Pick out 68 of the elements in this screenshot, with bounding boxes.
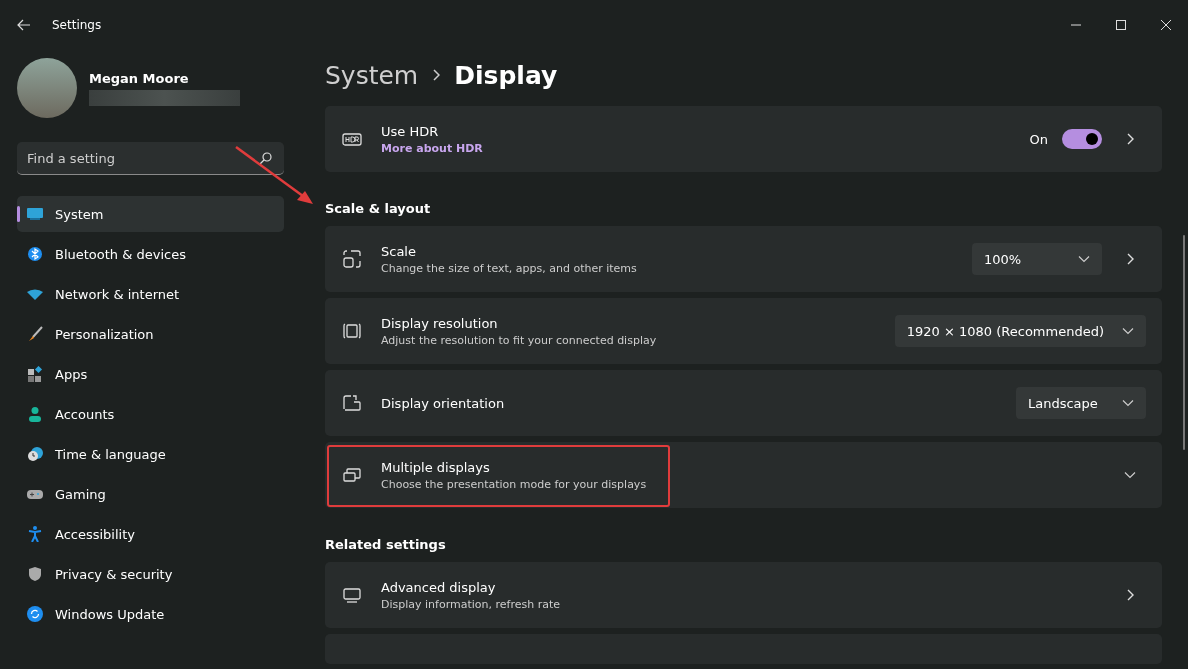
avatar-photo-placeholder [17,58,77,118]
monitor-icon [342,585,362,605]
setting-title: Display resolution [381,315,499,331]
window-title: Settings [52,18,102,32]
maximize-icon [1115,20,1126,30]
user-name: Megan Moore [89,70,190,86]
setting-title: Display orientation [381,395,506,411]
setting-title: Multiple displays [381,459,491,475]
nav-item[interactable]: Personalization [17,316,284,352]
chevron-right-icon [1126,253,1134,265]
back-arrow-icon [17,19,31,31]
person-icon [27,406,43,422]
dropdown[interactable]: 1920 × 1080 (Recommended) [894,315,1146,347]
hdr-link[interactable]: More about HDR [381,141,1030,155]
close-icon [1160,20,1171,30]
setting-row[interactable]: Multiple displays Choose the presentation mode for your displays [325,442,1162,508]
page-title: Display [454,60,558,90]
breadcrumb-parent[interactable]: System [325,60,419,90]
refresh-icon [27,606,43,622]
apps-icon [27,366,43,382]
clock-globe-icon [27,446,43,462]
nav-item[interactable]: Windows Update [17,596,284,632]
setting-title: Scale [381,243,417,259]
setting-row[interactable]: Advanced display Display information, refresh rate [325,562,1162,628]
dropdown[interactable]: 100% [972,243,1102,275]
nav-item[interactable]: Network & internet [17,276,284,312]
search-icon [259,152,272,165]
chevron-down-icon [1124,471,1136,479]
chevron-right-icon [1126,589,1134,601]
scale-icon [342,249,362,269]
setting-description: Choose the presentation mode for your displays [381,477,648,491]
dual-monitor-icon [342,465,362,485]
nav-item[interactable]: Privacy & security [17,556,284,592]
nav-item[interactable]: Bluetooth & devices [17,236,284,272]
setting-title: Advanced display [381,579,497,595]
chevron-right-icon [1126,133,1134,145]
accessibility-icon [27,526,43,542]
dropdown[interactable]: Landscape [1016,387,1146,419]
nav-item[interactable]: Accounts [17,396,284,432]
shield-icon [27,566,43,582]
setting-row[interactable]: Display orientation Landscape [325,370,1162,436]
caret-icon [1122,327,1134,335]
nav-item[interactable]: Gaming [17,476,284,512]
bluetooth-icon [27,246,43,262]
nav-item[interactable]: Accessibility [17,516,284,552]
monitor-icon [27,206,43,222]
section-heading: Related settings [325,537,447,552]
scrollbar-thumb[interactable] [1183,235,1185,450]
setting-row[interactable]: Display resolution Adjust the resolution to fit your connected display 1920 × 1080 (Recommended) [325,298,1162,364]
hdr-toggle[interactable] [1062,129,1102,149]
orientation-icon [342,393,362,413]
chevron-right-icon [432,69,441,81]
setting-description: Adjust the resolution to fit your connected display [381,333,658,347]
section-heading: Scale & layout [325,201,432,216]
nav-item[interactable]: Time & language [17,436,284,472]
setting-row[interactable]: Scale Change the size of text, apps, and other items 100% [325,226,1162,292]
setting-row[interactable]: Use HDR More about HDR On [325,106,1162,172]
setting-description: Display information, refresh rate [381,597,562,611]
setting-title: Use HDR [381,123,440,139]
nav-item[interactable]: Apps [17,356,284,392]
caret-icon [1122,399,1134,407]
resolution-icon [342,321,362,341]
search-field[interactable]: Find a setting [17,142,284,175]
caret-icon [1078,255,1090,263]
toggle-state-label: On [1029,131,1048,147]
paintbrush-icon [27,326,43,342]
nav-item[interactable]: System [17,196,284,232]
setting-description: Change the size of text, apps, and other items [381,261,638,275]
